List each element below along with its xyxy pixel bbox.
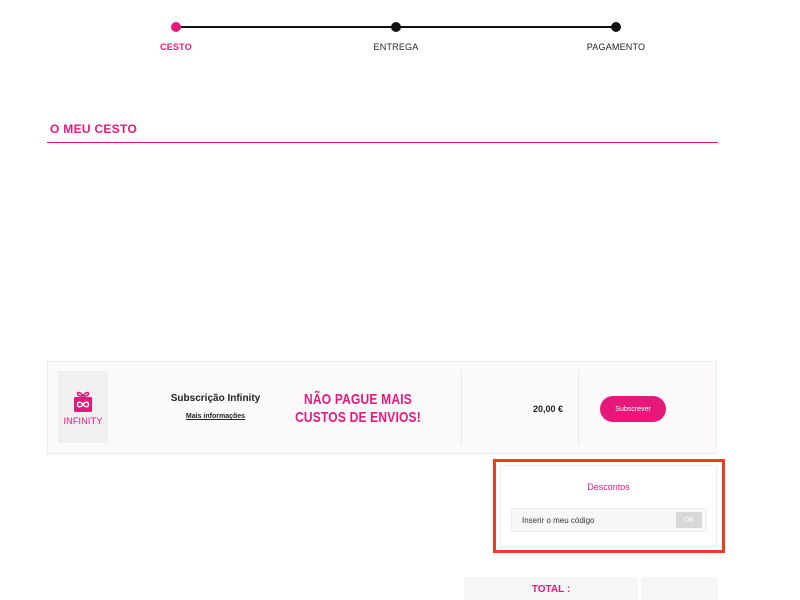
total-value bbox=[641, 577, 718, 600]
promo-text-line-2: CUSTOS DE ENVIOS! bbox=[295, 408, 421, 426]
apply-code-button[interactable]: OK bbox=[676, 512, 702, 528]
discount-code-input[interactable] bbox=[512, 509, 672, 531]
step-cesto-label: CESTO bbox=[160, 42, 192, 52]
discount-code-box: OK bbox=[511, 508, 707, 532]
cart-title-divider bbox=[47, 142, 718, 143]
total-label-cell: TOTAL : bbox=[464, 577, 638, 600]
more-info-link[interactable]: Mais informações bbox=[168, 413, 263, 420]
cart-title: O MEU CESTO bbox=[50, 122, 138, 136]
subscribe-button[interactable]: Subscrever bbox=[600, 396, 666, 422]
step-entrega-label: ENTREGA bbox=[373, 42, 419, 52]
step-pagamento-dot bbox=[611, 22, 621, 32]
column-divider bbox=[578, 370, 579, 445]
infinity-logo: INFINITY bbox=[58, 371, 108, 443]
checkout-page: CESTO ENTREGA PAGAMENTO O MEU CESTO INFI… bbox=[0, 0, 800, 600]
subscription-row: INFINITY Subscrição Infinity Mais inform… bbox=[47, 361, 717, 454]
discount-title: Descontos bbox=[587, 482, 630, 492]
logo-text: INFINITY bbox=[63, 415, 103, 426]
product-price: 20,00 € bbox=[532, 404, 564, 414]
total-row: TOTAL : bbox=[464, 577, 718, 600]
total-label: TOTAL : bbox=[531, 584, 571, 595]
promo-text-line-1: NÃO PAGUE MAIS bbox=[304, 390, 412, 408]
step-cesto-dot bbox=[171, 22, 181, 32]
column-divider bbox=[461, 370, 462, 445]
discount-panel: Descontos OK bbox=[500, 465, 717, 547]
step-entrega-dot bbox=[391, 22, 401, 32]
step-pagamento-label: PAGAMENTO bbox=[586, 42, 646, 52]
product-name: Subscrição Infinity bbox=[170, 393, 261, 404]
gift-infinity-icon bbox=[74, 391, 92, 412]
